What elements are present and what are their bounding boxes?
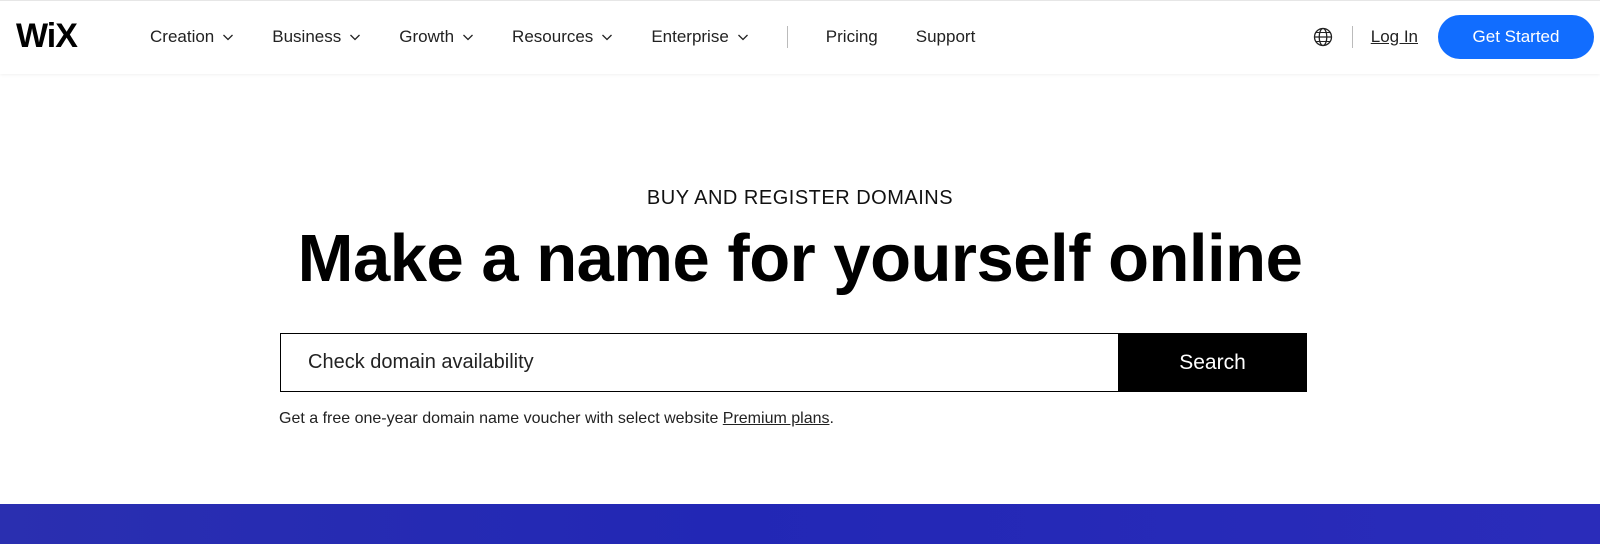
get-started-button[interactable]: Get Started — [1438, 15, 1594, 59]
domain-search-input[interactable] — [280, 333, 1118, 392]
nav-item-enterprise[interactable]: Enterprise — [651, 17, 748, 57]
nav-item-label: Resources — [512, 27, 594, 46]
domain-search-form: Search — [280, 333, 1307, 392]
site-header: WiX Creation Business Growth Resources E… — [0, 0, 1600, 74]
header-divider — [1351, 26, 1353, 48]
nav-item-resources[interactable]: Resources — [512, 17, 613, 57]
header-actions: Log In Get Started — [1312, 1, 1600, 73]
nav-item-label: Business — [272, 27, 342, 46]
nav-item-business[interactable]: Business — [272, 17, 361, 57]
hero-eyebrow: BUY AND REGISTER DOMAINS — [646, 187, 954, 209]
chevron-down-icon — [223, 34, 234, 41]
bottom-banner — [0, 504, 1600, 544]
voucher-suffix: . — [829, 410, 834, 427]
voucher-text: Get a free one-year domain name voucher … — [279, 410, 723, 427]
nav-item-label: Growth — [399, 27, 455, 46]
chevron-down-icon — [463, 34, 474, 41]
nav-divider — [786, 26, 788, 48]
chevron-down-icon — [350, 34, 361, 41]
login-link[interactable]: Log In — [1371, 27, 1418, 47]
nav-link-pricing[interactable]: Pricing — [826, 27, 878, 47]
nav-item-label: Enterprise — [651, 27, 729, 46]
nav-link-support[interactable]: Support — [916, 27, 976, 47]
main-nav: Creation Business Growth Resources Enter… — [150, 1, 1013, 73]
chevron-down-icon — [602, 34, 613, 41]
wix-logo[interactable]: WiX — [16, 17, 78, 55]
premium-plans-link[interactable]: Premium plans — [723, 410, 830, 427]
voucher-note: Get a free one-year domain name voucher … — [279, 410, 834, 428]
globe-icon[interactable] — [1312, 26, 1334, 48]
chevron-down-icon — [737, 34, 748, 41]
search-button[interactable]: Search — [1118, 333, 1307, 392]
nav-item-creation[interactable]: Creation — [150, 17, 234, 57]
nav-item-growth[interactable]: Growth — [399, 17, 474, 57]
nav-item-label: Creation — [150, 27, 215, 46]
hero-title: Make a name for yourself online — [297, 221, 1303, 296]
